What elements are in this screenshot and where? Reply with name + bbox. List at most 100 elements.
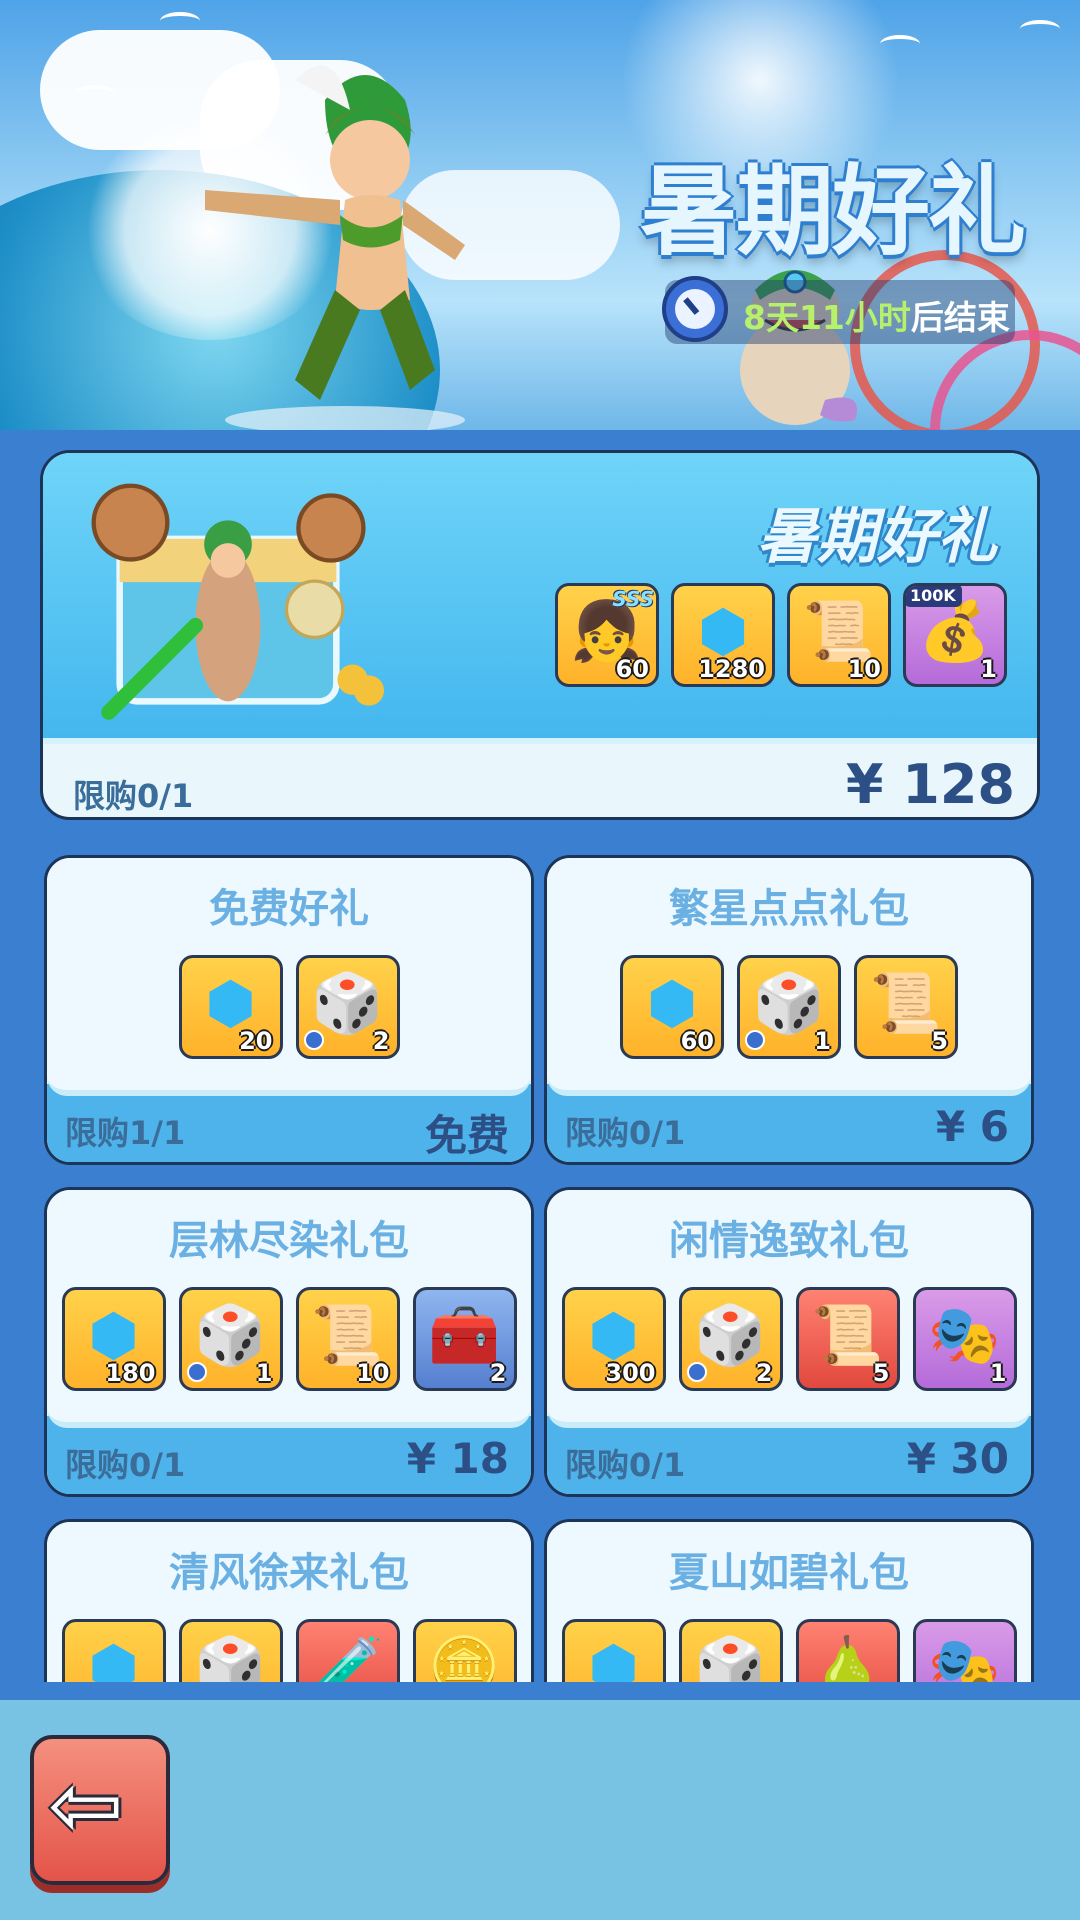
reward-item[interactable]: 🎲 — [678, 1619, 783, 1682]
item-quantity: 1 — [255, 1359, 273, 1387]
reward-item[interactable]: 📜 5 — [795, 1287, 900, 1391]
reward-item[interactable]: 📜 10 — [787, 583, 891, 687]
reward-item[interactable]: 🎭 — [912, 1619, 1017, 1682]
reward-item[interactable]: ⬢ 20 — [178, 955, 283, 1059]
item-quantity: 60 — [680, 1027, 714, 1055]
gem-icon: ⬢ — [588, 1633, 639, 1682]
reward-item[interactable]: 🎲 1 — [737, 955, 841, 1059]
pack-card[interactable]: 清风徐来礼包 ⬢ 🎲 🧪 🪙 — [44, 1519, 534, 1682]
item-quantity: 1280 — [698, 655, 765, 683]
rarity-badge: SSS — [612, 587, 654, 611]
pack-title: 层林尽染礼包 — [169, 1218, 409, 1264]
reward-item[interactable]: 🧪 — [295, 1619, 400, 1682]
pack-items: ⬢ 60 🎲 1 📜 5 — [620, 955, 958, 1059]
pack-price[interactable]: ¥ 30 — [907, 1434, 1009, 1483]
pack-card[interactable]: 夏山如碧礼包 ⬢ 🎲 🍐 🎭 — [544, 1519, 1034, 1682]
pack-limit: 限购0/1 — [565, 1114, 686, 1152]
featured-pack-price[interactable]: ¥ 128 — [846, 753, 1015, 816]
clock-icon — [662, 276, 728, 342]
pack-items: ⬢ 🎲 🧪 🪙 — [61, 1619, 517, 1682]
reward-item[interactable]: 🎲 2 — [678, 1287, 783, 1391]
back-button[interactable]: ⇦ — [30, 1735, 170, 1885]
timer-suffix: 后结束 — [910, 298, 1010, 337]
pack-title: 闲情逸致礼包 — [669, 1218, 909, 1264]
treasure-box-illustration — [91, 483, 384, 720]
featured-pack-card[interactable]: 暑期好礼 👧 SSS 60 ⬢ 1280 📜 10 💰 100K 1 限购0/1 ¥ 128 — [40, 450, 1040, 820]
event-banner: 暑期好礼 8天11小时后结束 — [0, 0, 1080, 430]
featured-pack-title: 暑期好礼 — [757, 502, 997, 572]
pack-title: 夏山如碧礼包 — [669, 1550, 909, 1596]
reward-item[interactable]: ⬢ 60 — [620, 955, 724, 1059]
item-quantity: 10 — [356, 1359, 390, 1387]
seagull — [1020, 20, 1060, 38]
item-quantity: 1 — [980, 655, 997, 683]
dice-icon: 🎲 — [194, 1633, 267, 1682]
reward-item[interactable]: 🪙 — [412, 1619, 517, 1682]
item-quantity: 1 — [989, 1359, 1007, 1387]
timed-clock-icon — [686, 1362, 707, 1382]
item-quantity: 5 — [872, 1359, 890, 1387]
pack-items: ⬢ 🎲 🍐 🎭 — [561, 1619, 1017, 1682]
item-quantity: 10 — [847, 655, 881, 683]
pack-items: ⬢ 20 🎲 2 — [178, 955, 400, 1059]
item-quantity: 180 — [105, 1359, 156, 1387]
pack-card[interactable]: 免费好礼 ⬢ 20 🎲 2 限购1/1 免费 — [44, 855, 534, 1165]
reward-item[interactable]: 🎲 — [178, 1619, 283, 1682]
reward-item[interactable]: 👧 SSS 60 — [555, 583, 659, 687]
timed-clock-icon — [745, 1030, 765, 1050]
pack-list[interactable]: 暑期好礼 👧 SSS 60 ⬢ 1280 📜 10 💰 100K 1 限购0/1 ¥ 128 免费… — [0, 430, 1080, 1682]
pack-title: 繁星点点礼包 — [669, 886, 909, 932]
seagull — [880, 35, 920, 53]
event-timer: 8天11小时后结束 — [662, 276, 1015, 344]
featured-pack-items: 👧 SSS 60 ⬢ 1280 📜 10 💰 100K 1 — [555, 583, 1007, 687]
reward-item[interactable]: ⬢ 180 — [61, 1287, 166, 1391]
potion-icon: 🧪 — [311, 1633, 384, 1682]
pack-title: 清风徐来礼包 — [169, 1550, 409, 1596]
reward-item[interactable]: 📜 10 — [295, 1287, 400, 1391]
item-quantity: 2 — [755, 1359, 773, 1387]
item-quantity: 20 — [239, 1027, 273, 1055]
item-quantity: 1 — [814, 1027, 831, 1055]
pack-items: ⬢ 180 🎲 1 📜 10 🧰 2 — [61, 1287, 517, 1391]
reward-item[interactable]: 🎲 1 — [178, 1287, 283, 1391]
pack-limit: 限购0/1 — [565, 1446, 686, 1484]
reward-item[interactable]: ⬢ — [561, 1619, 666, 1682]
item-quantity: 2 — [372, 1027, 390, 1055]
pack-limit: 限购1/1 — [65, 1114, 186, 1152]
pack-title: 免费好礼 — [209, 886, 369, 932]
coin-icon: 🪙 — [428, 1633, 501, 1682]
pack-card[interactable]: 闲情逸致礼包 ⬢ 300 🎲 2 📜 5 🎭 1 限购0/1 ¥ 30 — [544, 1187, 1034, 1497]
mask-chest-icon: 🎭 — [928, 1633, 1001, 1682]
seagull — [160, 12, 200, 30]
pack-card[interactable]: 繁星点点礼包 ⬢ 60 🎲 1 📜 5 限购0/1 ¥ 6 — [544, 855, 1034, 1165]
pack-price[interactable]: ¥ 6 — [936, 1102, 1009, 1151]
reward-item[interactable]: ⬢ 300 — [561, 1287, 666, 1391]
reward-item[interactable]: 💰 100K 1 — [903, 583, 1007, 687]
pack-price[interactable]: 免费 — [425, 1102, 509, 1162]
item-quantity: 2 — [489, 1359, 507, 1387]
back-arrow-icon: ⇦ — [48, 1753, 124, 1858]
reward-item[interactable]: 🎭 1 — [912, 1287, 1017, 1391]
bottle-icon: 🍐 — [811, 1633, 884, 1682]
reward-item[interactable]: 📜 5 — [854, 955, 958, 1059]
amount-tag: 100K — [906, 586, 962, 607]
reward-item[interactable]: ⬢ — [61, 1619, 166, 1682]
timer-remaining: 8天11小时 — [743, 298, 911, 337]
banner-title: 暑期好礼 — [640, 155, 1026, 269]
reward-item[interactable]: 🍐 — [795, 1619, 900, 1682]
item-quantity: 60 — [615, 655, 649, 683]
reward-item[interactable]: 🧰 2 — [412, 1287, 517, 1391]
seagull — [75, 85, 115, 103]
pack-card[interactable]: 层林尽染礼包 ⬢ 180 🎲 1 📜 10 🧰 2 限购0/1 ¥ 18 — [44, 1187, 534, 1497]
reward-item[interactable]: ⬢ 1280 — [671, 583, 775, 687]
item-quantity: 5 — [931, 1027, 948, 1055]
timed-clock-icon — [303, 1030, 324, 1050]
pack-limit: 限购0/1 — [65, 1446, 186, 1484]
reward-item[interactable]: 🎲 2 — [295, 955, 400, 1059]
timer-text: 8天11小时后结束 — [743, 291, 1010, 339]
pack-items: ⬢ 300 🎲 2 📜 5 🎭 1 — [561, 1287, 1017, 1391]
timed-clock-icon — [186, 1362, 207, 1382]
featured-pack-limit: 限购0/1 — [73, 777, 194, 815]
pack-price[interactable]: ¥ 18 — [407, 1434, 509, 1483]
item-quantity: 300 — [605, 1359, 656, 1387]
